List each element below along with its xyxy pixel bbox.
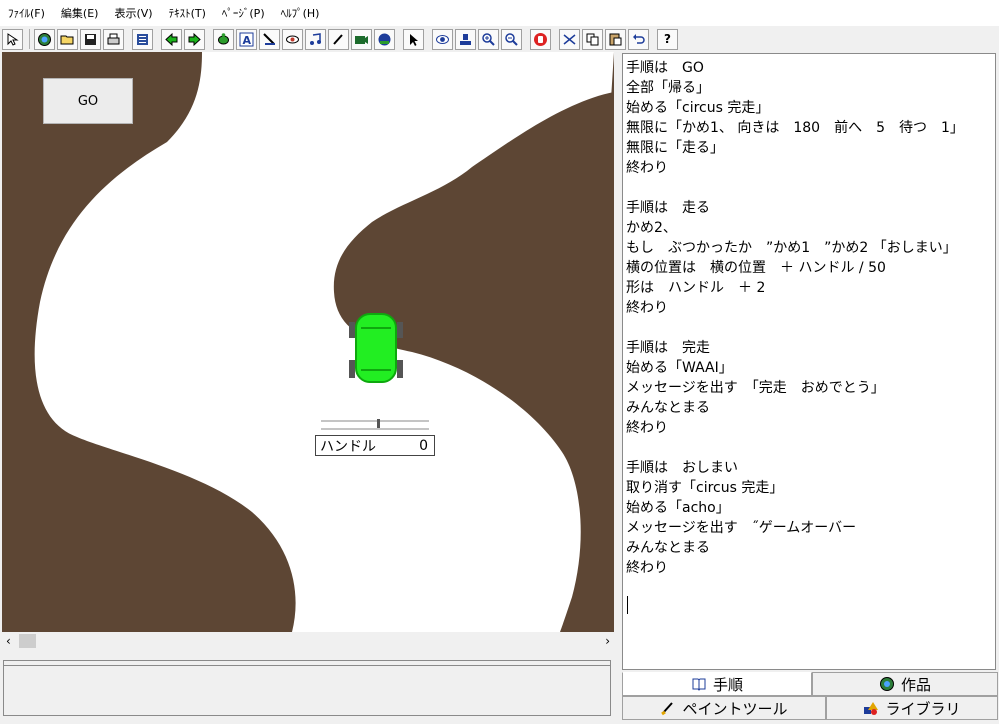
procedure-editor[interactable]: 手順は GO 全部「帰る」始める「circus 完走」無限に「かめ1、 向きは 1… [622, 53, 996, 670]
code-line: メッセージを出す 「完走 おめでとう」 [626, 380, 885, 396]
code-line: 終わり [626, 420, 668, 436]
race-track [34, 52, 614, 632]
stamp-icon[interactable] [455, 28, 476, 50]
code-line: 終わり [626, 560, 668, 576]
book-icon [692, 678, 706, 691]
stage-horizontal-scrollbar[interactable]: ‹ › [2, 632, 614, 650]
copy-icon[interactable] [582, 28, 603, 50]
stop-hand-icon[interactable] [530, 28, 551, 50]
menu-file[interactable]: ﾌｧｲﾙ(F) [0, 5, 53, 21]
tab-library-label: ライブラリ [885, 699, 961, 718]
forward-arrow-icon[interactable] [184, 28, 205, 50]
message-panel [3, 660, 611, 716]
tab-procedure-label: 手順 [712, 675, 743, 694]
code-line: 手順は 走る [626, 200, 710, 216]
help-icon[interactable]: ? [657, 28, 678, 50]
tab-works[interactable]: 作品 [812, 672, 998, 696]
code-line: 手順は 完走 [626, 340, 710, 356]
paintbrush-icon [661, 702, 674, 716]
undo-icon[interactable] [628, 28, 649, 50]
select-arrow-icon[interactable] [403, 28, 424, 50]
slider-label: ハンドル [320, 438, 376, 455]
print-icon[interactable] [103, 28, 124, 50]
menu-help[interactable]: ﾍﾙﾌﾟ(H) [273, 5, 328, 21]
car-turtle-icon[interactable] [349, 312, 403, 384]
paste-icon[interactable] [605, 28, 626, 50]
slider-value: 0 [419, 437, 428, 454]
code-line: 手順は GO [626, 60, 704, 76]
tab-paint-tool[interactable]: ペイントツール [622, 696, 826, 720]
globe-icon[interactable] [34, 28, 55, 50]
text-cursor [627, 596, 628, 614]
code-line: 終わり [626, 300, 668, 316]
code-line: 形は ハンドル ＋ 2 [626, 280, 766, 296]
code-line: 終わり [626, 160, 668, 176]
works-globe-icon [879, 677, 894, 691]
code-line: 無限に「かめ1、 向きは 180 前へ 5 待つ 1」 [626, 120, 964, 136]
zoom-in-icon[interactable] [478, 28, 499, 50]
menu-page[interactable]: ﾍﾟｰｼﾞ(P) [214, 5, 273, 21]
panel-tabs: 手順 作品 ペイントツール ライブラリ [622, 672, 999, 724]
code-line: 取り消す「circus 完走」 [626, 480, 784, 496]
go-button[interactable]: GO [43, 78, 133, 124]
code-line: かめ2、 [626, 220, 677, 236]
code-line: もし ぶつかったか ”かめ1 ”かめ2 「おしまい」 [626, 240, 957, 256]
menu-edit[interactable]: 編集(E) [53, 5, 107, 21]
code-line: みんなとまる [626, 540, 710, 556]
text-a-icon[interactable]: A [236, 28, 257, 50]
eye-icon[interactable] [282, 28, 303, 50]
cut-icon[interactable] [559, 28, 580, 50]
pointer-arrow-icon[interactable] [2, 28, 23, 50]
code-line: 無限に「走る」 [626, 140, 724, 156]
tab-paint-tool-label: ペイントツール [682, 699, 788, 718]
back-arrow-icon[interactable] [161, 28, 182, 50]
menu-view[interactable]: 表示(V) [106, 5, 160, 21]
save-icon[interactable] [80, 28, 101, 50]
menu-text[interactable]: ﾃｷｽﾄ(T) [161, 5, 214, 21]
toolbar: A ? [0, 26, 999, 52]
code-line: みんなとまる [626, 400, 710, 416]
list-icon[interactable] [132, 28, 153, 50]
code-line: 横の位置は 横の位置 ＋ ハンドル / 50 [626, 260, 886, 276]
code-line: メッセージを出す ˝ゲームオーバー [626, 520, 857, 536]
camera-icon[interactable] [351, 28, 372, 50]
code-line: 始める「acho」 [626, 500, 730, 516]
slider-track[interactable] [319, 419, 431, 431]
tab-works-label: 作品 [900, 675, 931, 694]
handle-slider[interactable]: ハンドル 0 [315, 415, 435, 457]
brush-icon[interactable] [328, 28, 349, 50]
toolbar-divider [29, 29, 30, 49]
svg-text:A: A [243, 34, 252, 47]
view-eye-icon[interactable] [432, 28, 453, 50]
code-line: 手順は おしまい [626, 460, 738, 476]
tab-procedure[interactable]: 手順 [622, 672, 812, 696]
stage-canvas[interactable]: GO ハンドル 0 [2, 52, 614, 632]
turtle-icon[interactable] [213, 28, 234, 50]
open-folder-icon[interactable] [57, 28, 78, 50]
scroll-right-icon[interactable]: › [605, 634, 610, 648]
scroll-thumb[interactable] [19, 634, 36, 648]
tab-library[interactable]: ライブラリ [826, 696, 998, 720]
menu-bar: ﾌｧｲﾙ(F) 編集(E) 表示(V) ﾃｷｽﾄ(T) ﾍﾟｰｼﾞ(P) ﾍﾙﾌ… [0, 0, 999, 26]
cursor-pen-icon[interactable] [259, 28, 280, 50]
music-note-icon[interactable] [305, 28, 326, 50]
help-label: ? [664, 32, 671, 46]
code-line: 始める「WAAI」 [626, 360, 733, 376]
scroll-left-icon[interactable]: ‹ [6, 634, 11, 648]
code-line: 始める「circus 完走」 [626, 100, 770, 116]
shapes-icon [864, 702, 879, 715]
slider-readout: ハンドル 0 [315, 435, 435, 456]
zoom-out-icon[interactable] [501, 28, 522, 50]
ball-icon[interactable] [374, 28, 395, 50]
code-line: 全部「帰る」 [626, 80, 710, 96]
